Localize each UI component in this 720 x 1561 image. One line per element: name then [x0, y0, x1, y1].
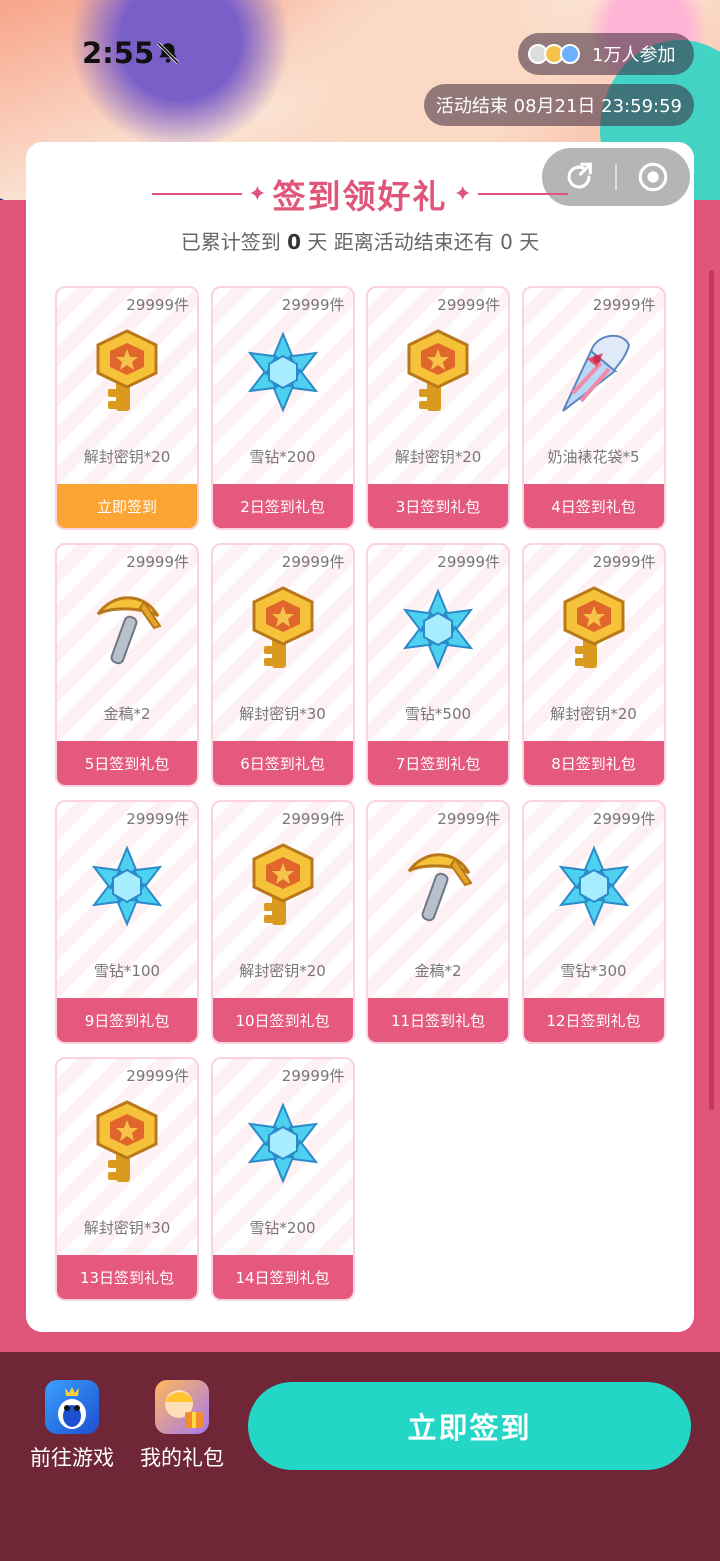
- snowflake-icon: [57, 836, 197, 936]
- avatar: [560, 44, 580, 64]
- snowflake-icon: [368, 579, 508, 679]
- pickaxe-icon: [57, 579, 197, 679]
- gift-avatar-icon: [155, 1380, 209, 1434]
- day-gift-button[interactable]: 10日签到礼包: [212, 998, 353, 1042]
- reward-tile[interactable]: 29999件 解封密钥*30 6日签到礼包: [210, 543, 355, 787]
- reward-label: 金稿*2: [103, 705, 151, 723]
- day-gift-button[interactable]: 13日签到礼包: [57, 1255, 197, 1299]
- go-to-game-button[interactable]: 前往游戏: [22, 1380, 122, 1472]
- day-gift-button[interactable]: 14日签到礼包: [212, 1255, 353, 1299]
- days-left: 0: [500, 230, 513, 254]
- days-signed: 0: [287, 230, 302, 254]
- reward-label: 雪钻*100: [93, 962, 161, 980]
- sparkle-icon: ✦: [453, 181, 472, 207]
- reward-label: 解封密钥*20: [394, 448, 482, 466]
- reward-tile[interactable]: 29999件 雪钻*300 12日签到礼包: [521, 800, 666, 1044]
- my-gifts-button[interactable]: 我的礼包: [132, 1380, 232, 1472]
- page-title: 签到领好礼: [272, 177, 448, 216]
- day-gift-button[interactable]: 6日签到礼包: [212, 741, 353, 785]
- reward-tile[interactable]: 29999件 金稿*2 11日签到礼包: [366, 800, 510, 1044]
- key-icon: [213, 836, 353, 936]
- bell-muted-icon: [157, 42, 179, 64]
- game-app-icon: [45, 1380, 99, 1434]
- stock-count: 29999件: [126, 1067, 189, 1085]
- key-icon: [368, 322, 508, 422]
- stock-count: 29999件: [126, 553, 189, 571]
- participants-badge: 1万人参加: [518, 33, 694, 75]
- status-time: 2:55: [82, 36, 155, 70]
- stock-count: 29999件: [592, 553, 656, 571]
- reward-label: 雪钻*300: [560, 962, 627, 980]
- day-gift-button[interactable]: 12日签到礼包: [523, 998, 664, 1042]
- reward-tile[interactable]: 29999件 雪钻*200 14日签到礼包: [210, 1057, 355, 1301]
- progress-suffix: 天: [519, 230, 540, 254]
- scrollbar[interactable]: [709, 270, 714, 1110]
- stock-count: 29999件: [437, 553, 500, 571]
- day-gift-button[interactable]: 9日签到礼包: [57, 998, 197, 1042]
- title-divider-left: [152, 193, 243, 195]
- reward-tile[interactable]: 29999件 解封密钥*20 3日签到礼包: [366, 286, 510, 530]
- reward-tile[interactable]: 29999件 解封密钥*20 8日签到礼包: [521, 543, 666, 787]
- stock-count: 29999件: [281, 810, 345, 828]
- stock-count: 29999件: [281, 296, 345, 314]
- reward-label: 解封密钥*20: [83, 448, 171, 466]
- key-icon: [524, 579, 664, 679]
- day-gift-button[interactable]: 8日签到礼包: [523, 741, 664, 785]
- snowflake-icon: [213, 1093, 353, 1193]
- key-icon: [57, 1093, 197, 1193]
- reward-label: 解封密钥*30: [83, 1219, 171, 1237]
- reward-label: 雪钻*200: [249, 448, 316, 466]
- participants-count: 1万人参加: [592, 45, 676, 66]
- reward-tile[interactable]: 29999件 奶油裱花袋*5 4日签到礼包: [521, 286, 666, 530]
- reward-label: 解封密钥*20: [550, 705, 637, 723]
- day-gift-button[interactable]: 7日签到礼包: [368, 741, 508, 785]
- reward-grid: 29999件 解封密钥*20 立即签到 29999件 雪钻*200 2日签到礼包: [55, 286, 666, 1301]
- signin-now-button[interactable]: 立即签到: [248, 1382, 691, 1470]
- activity-end-time: 活动结束 08月21日 23:59:59: [423, 84, 694, 126]
- pickaxe-icon: [368, 836, 508, 936]
- title-divider-right: [477, 193, 568, 195]
- day-gift-button[interactable]: 3日签到礼包: [368, 484, 508, 528]
- stock-count: 29999件: [281, 553, 345, 571]
- title-row: ✦ 签到领好礼 ✦: [26, 174, 694, 216]
- reward-label: 雪钻*500: [404, 705, 472, 723]
- stock-count: 29999件: [592, 810, 656, 828]
- reward-tile[interactable]: 29999件 解封密钥*30 13日签到礼包: [55, 1057, 199, 1301]
- stock-count: 29999件: [126, 296, 189, 314]
- key-icon: [57, 322, 197, 422]
- signin-progress: 已累计签到 0 天 距离活动结束还有 0 天: [26, 226, 694, 255]
- my-gifts-label: 我的礼包: [140, 1446, 224, 1470]
- sparkle-icon: ✦: [248, 181, 267, 207]
- day-gift-button[interactable]: 4日签到礼包: [523, 484, 664, 528]
- bottom-bar: 前往游戏 我的礼包 立即签到: [0, 1352, 720, 1561]
- stock-count: 29999件: [126, 810, 189, 828]
- progress-mid: 天 距离活动结束还有: [307, 230, 494, 254]
- stock-count: 29999件: [437, 810, 500, 828]
- reward-tile[interactable]: 29999件 解封密钥*20 立即签到: [55, 286, 199, 530]
- reward-label: 奶油裱花袋*5: [547, 448, 640, 466]
- reward-label: 解封密钥*20: [239, 962, 326, 980]
- reward-tile[interactable]: 29999件 雪钻*100 9日签到礼包: [55, 800, 199, 1044]
- reward-tile[interactable]: 29999件 金稿*2 5日签到礼包: [55, 543, 199, 787]
- signin-card: ✦ 签到领好礼 ✦ 已累计签到 0 天 距离活动结束还有 0 天 29999件 …: [26, 142, 694, 1332]
- snowflake-icon: [213, 322, 353, 422]
- day-gift-button[interactable]: 11日签到礼包: [368, 998, 508, 1042]
- cone-icon: [524, 322, 664, 422]
- snowflake-icon: [524, 836, 664, 936]
- signin-today-button[interactable]: 立即签到: [57, 484, 197, 528]
- stock-count: 29999件: [592, 296, 656, 314]
- stock-count: 29999件: [437, 296, 500, 314]
- stock-count: 29999件: [281, 1067, 345, 1085]
- key-icon: [213, 579, 353, 679]
- reward-tile[interactable]: 29999件 雪钻*500 7日签到礼包: [366, 543, 510, 787]
- day-gift-button[interactable]: 5日签到礼包: [57, 741, 197, 785]
- go-to-game-label: 前往游戏: [30, 1446, 114, 1470]
- progress-prefix: 已累计签到: [180, 230, 281, 254]
- reward-tile[interactable]: 29999件 雪钻*200 2日签到礼包: [210, 286, 355, 530]
- reward-label: 雪钻*200: [249, 1219, 316, 1237]
- reward-tile[interactable]: 29999件 解封密钥*20 10日签到礼包: [210, 800, 355, 1044]
- reward-label: 解封密钥*30: [239, 705, 326, 723]
- day-gift-button[interactable]: 2日签到礼包: [212, 484, 353, 528]
- reward-label: 金稿*2: [414, 962, 462, 980]
